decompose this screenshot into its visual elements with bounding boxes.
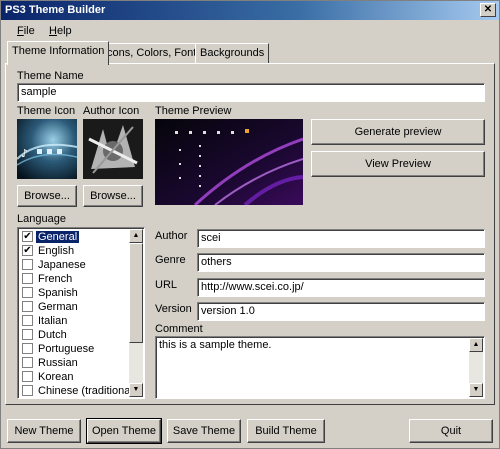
browse-theme-icon-button[interactable]: Browse... (17, 185, 77, 207)
theme-icon-image: ♪ (17, 119, 77, 179)
close-icon[interactable]: ✕ (480, 3, 496, 17)
language-item-label: Korean (38, 371, 74, 383)
save-theme-button[interactable]: Save Theme (167, 419, 241, 443)
language-checkbox[interactable]: ✔ (22, 231, 33, 242)
scroll-up-icon[interactable]: ▲ (129, 229, 143, 243)
app-window: PS3 Theme Builder ✕ File Help Theme Info… (0, 0, 500, 449)
author-icon-label: Author Icon (83, 105, 140, 117)
language-checkbox[interactable]: ✔ (22, 245, 33, 256)
language-item-label: Chinese (traditional) (38, 385, 137, 397)
svg-text:♪: ♪ (21, 147, 28, 160)
theme-name-label: Theme Name (17, 70, 84, 82)
language-checkbox[interactable] (22, 301, 33, 312)
language-item[interactable]: Chinese (traditional) (18, 384, 136, 398)
genre-input[interactable]: others (197, 253, 485, 272)
author-input[interactable]: scei (197, 229, 485, 248)
version-input[interactable]: version 1.0 (197, 302, 485, 321)
title-bar[interactable]: PS3 Theme Builder ✕ (1, 1, 499, 20)
comment-label: Comment (155, 323, 203, 335)
view-preview-button[interactable]: View Preview (311, 151, 485, 177)
language-item[interactable]: Korean (18, 370, 128, 384)
comment-scroll-down-icon[interactable]: ▼ (469, 383, 483, 397)
theme-preview-label: Theme Preview (155, 105, 232, 117)
language-item[interactable]: Japanese (18, 258, 128, 272)
language-item-label: Italian (38, 315, 68, 327)
language-label: Language (17, 213, 66, 225)
open-theme-button[interactable]: Open Theme (86, 418, 162, 444)
language-item[interactable]: German (18, 300, 128, 314)
version-label: Version (155, 303, 192, 315)
language-item[interactable]: ✔ General (18, 230, 128, 244)
author-label: Author (155, 230, 188, 242)
language-checkbox[interactable] (22, 315, 33, 326)
scrollbar-thumb[interactable] (129, 243, 143, 343)
language-item[interactable]: ✔ English (18, 244, 128, 258)
theme-icon-label: Theme Icon (17, 105, 76, 117)
comment-text: this is a sample theme. (159, 339, 272, 351)
comment-scrollbar[interactable]: ▲ ▼ (469, 338, 483, 397)
menu-help[interactable]: Help (49, 25, 72, 37)
author-icon-image (83, 119, 143, 179)
language-checkbox[interactable] (22, 357, 33, 368)
language-item-label: Portuguese (38, 343, 95, 355)
menu-bar: File Help (1, 21, 499, 41)
language-item[interactable]: Spanish (18, 286, 128, 300)
language-checkbox[interactable] (22, 273, 33, 284)
genre-label: Genre (155, 254, 186, 266)
tab-theme-information[interactable]: Theme Information (7, 41, 110, 65)
language-item[interactable]: French (18, 272, 128, 286)
language-item[interactable]: Dutch (18, 328, 128, 342)
build-theme-button[interactable]: Build Theme (247, 419, 325, 443)
new-theme-button[interactable]: New Theme (7, 419, 81, 443)
language-scrollbar[interactable]: ▲ ▼ (129, 229, 143, 397)
menu-file[interactable]: File (17, 25, 35, 37)
language-checkbox[interactable] (22, 259, 33, 270)
language-checkbox[interactable] (22, 343, 33, 354)
url-input[interactable]: http://www.scei.co.jp/ (197, 278, 485, 297)
quit-button[interactable]: Quit (409, 419, 493, 443)
tab-backgrounds[interactable]: Backgrounds (195, 43, 270, 64)
language-checkbox[interactable] (22, 329, 33, 340)
language-item-label: Japanese (38, 259, 86, 271)
tab-icons-colors-font[interactable]: Icons, Colors, Font (99, 43, 202, 64)
language-item[interactable]: Italian (18, 314, 128, 328)
language-checkbox[interactable] (22, 371, 33, 382)
comment-scroll-up-icon[interactable]: ▲ (469, 338, 483, 352)
language-item-label: German (38, 301, 78, 313)
language-item-label: Spanish (38, 287, 78, 299)
theme-preview-image (155, 119, 303, 205)
theme-name-input[interactable]: sample (17, 83, 485, 102)
language-item-label: Russian (38, 357, 78, 369)
browse-author-icon-button[interactable]: Browse... (83, 185, 143, 207)
language-item[interactable]: Portuguese (18, 342, 128, 356)
language-item-label: French (38, 273, 73, 285)
language-item-label: General (36, 231, 80, 243)
language-item[interactable]: Russian (18, 356, 128, 370)
generate-preview-button[interactable]: Generate preview (311, 119, 485, 145)
language-item-label: English (38, 245, 75, 257)
scroll-down-icon[interactable]: ▼ (129, 383, 143, 397)
language-list[interactable]: ✔ General ✔ English Japanese French Spanish Ger… (17, 227, 145, 399)
url-label: URL (155, 279, 178, 291)
language-checkbox[interactable] (22, 385, 33, 396)
comment-textarea[interactable]: this is a sample theme. ▲ ▼ (155, 336, 485, 399)
window-title: PS3 Theme Builder (5, 4, 106, 16)
language-checkbox[interactable] (22, 287, 33, 298)
language-item-label: Dutch (38, 329, 67, 341)
